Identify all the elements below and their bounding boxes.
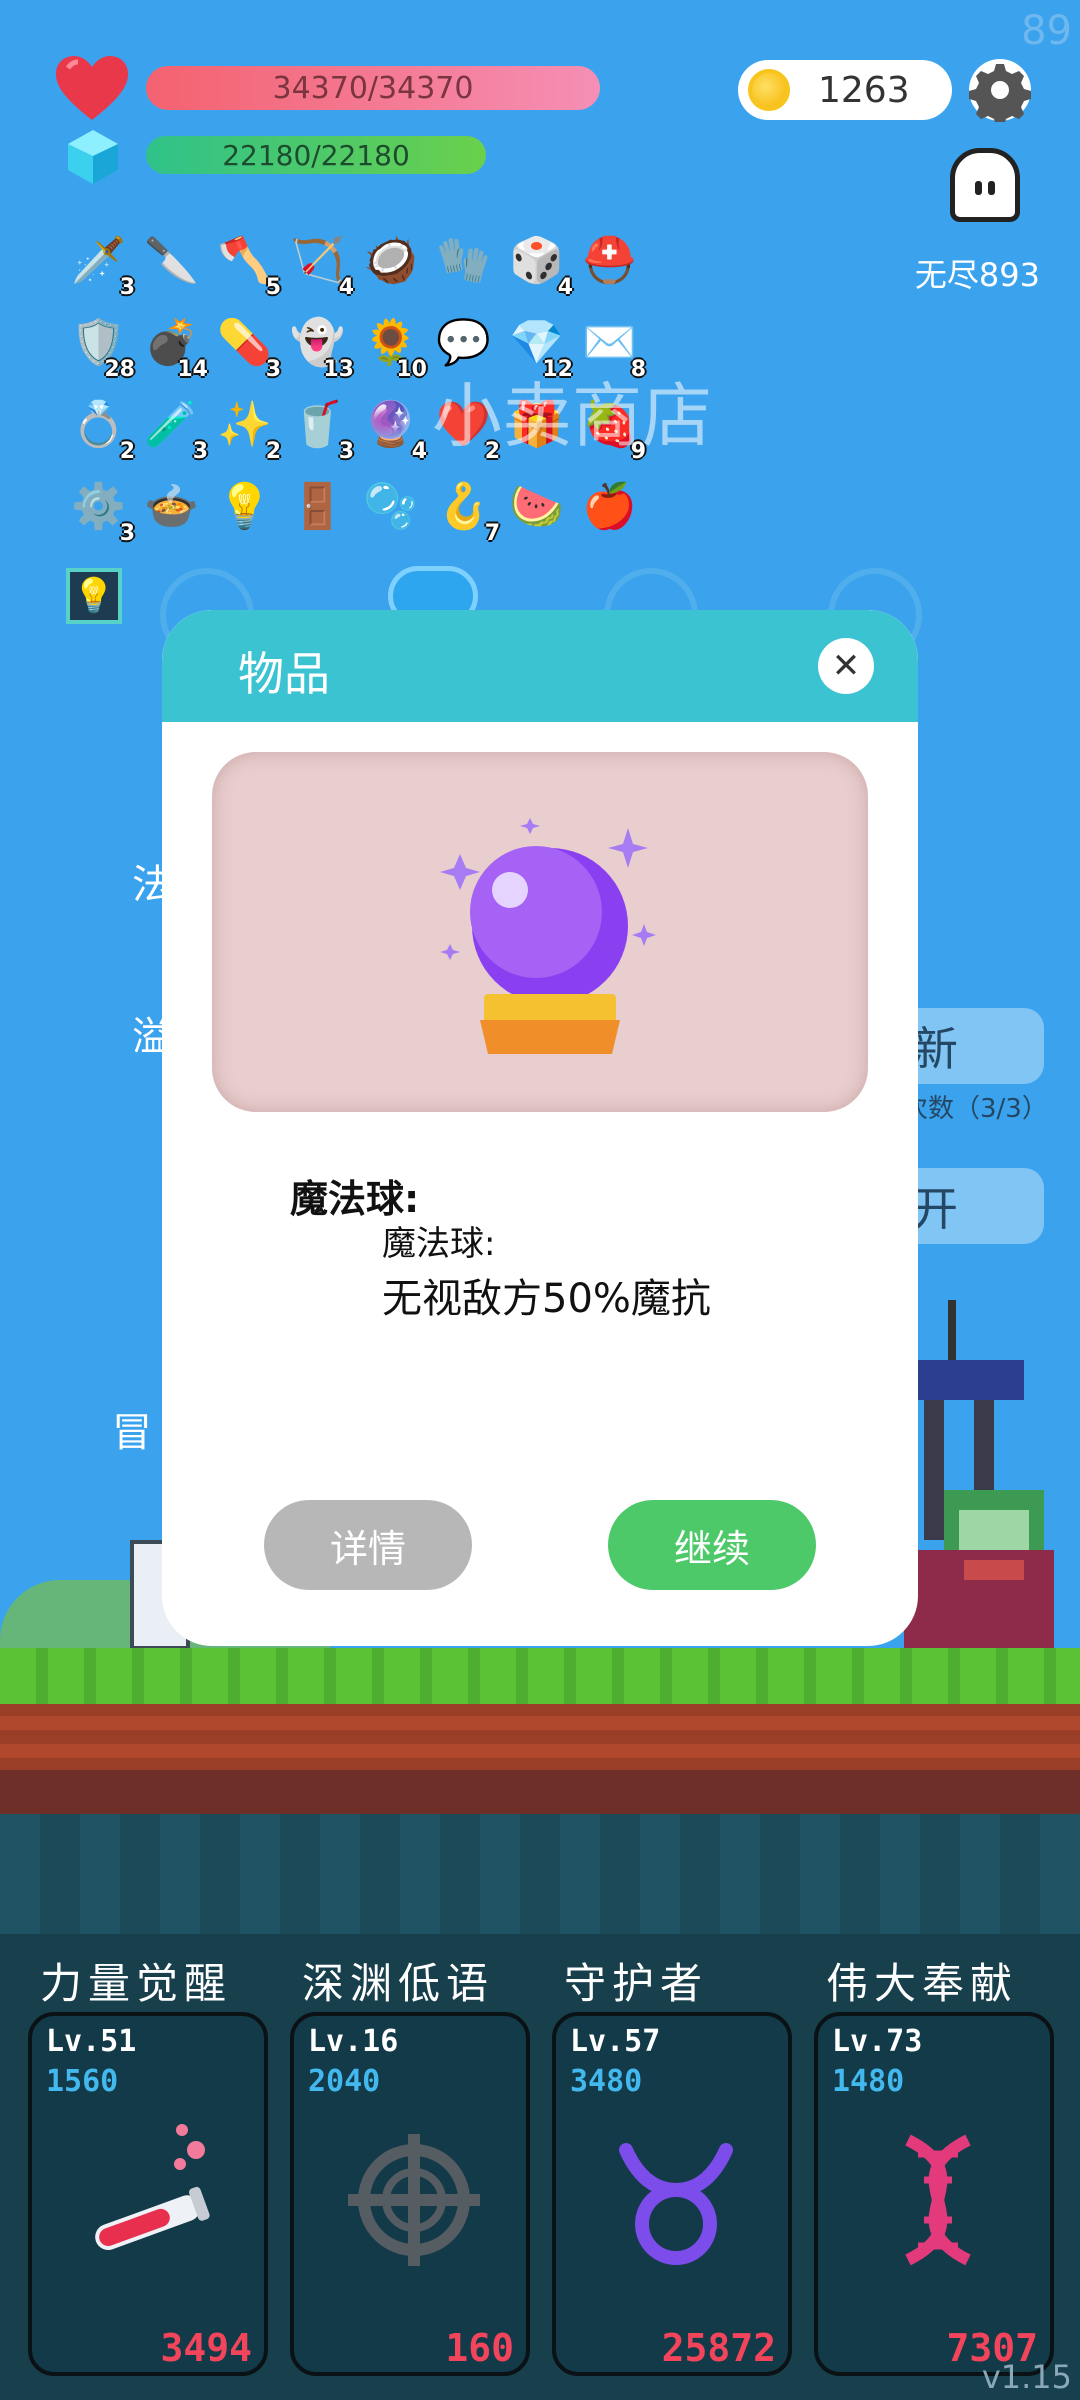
skill-cost: 3480 [570,2064,643,2099]
taurus-icon [619,2143,733,2265]
skill-card[interactable]: Lv.57 3480 25872 [552,2012,792,2376]
skill-card[interactable]: Lv.16 2040 160 [290,2012,530,2376]
skill-level: Lv.73 [832,2024,923,2059]
skill-title: 伟大奉献 [826,1959,1019,2008]
skill-cost: 2040 [308,2064,381,2099]
dna-icon [905,2134,971,2266]
dialog-title: 物品 [238,647,330,701]
continue-button[interactable]: 继续 [608,1500,816,1590]
item-subtitle: 魔法球: [382,1224,496,1264]
version-label: v1.15 [981,2358,1072,2396]
skill-title: 力量觉醒 [40,1959,233,2008]
magic-orb-icon [440,818,656,1054]
item-name: 魔法球: [290,1177,420,1221]
potion-icon [95,2124,210,2251]
item-description: 无视敌方50%魔抗 [382,1276,711,1322]
skill-title: 守护者 [564,1959,709,2008]
skill-value: 3494 [160,2326,252,2370]
skill-cost: 1560 [46,2064,119,2099]
skill-card[interactable]: Lv.51 1560 3494 [28,2012,268,2376]
close-button[interactable]: ✕ [818,638,874,694]
skill-title: 深渊低语 [302,1959,495,2008]
item-image-frame [212,752,868,1112]
skill-value: 25872 [661,2326,776,2370]
crosshair-icon [348,2134,480,2266]
skill-card[interactable]: Lv.73 1480 7307 [814,2012,1054,2376]
details-button[interactable]: 详情 [264,1500,472,1590]
close-icon: ✕ [831,646,861,686]
skill-cost: 1480 [832,2064,905,2099]
skill-level: Lv.16 [308,2024,399,2059]
skill-value: 160 [445,2326,514,2370]
skill-level: Lv.51 [46,2024,137,2059]
skill-level: Lv.57 [570,2024,661,2059]
item-dialog: 物品 ✕ 魔法球: 魔法球: 无视敌方50%魔抗 详情 继续 [162,610,918,1646]
